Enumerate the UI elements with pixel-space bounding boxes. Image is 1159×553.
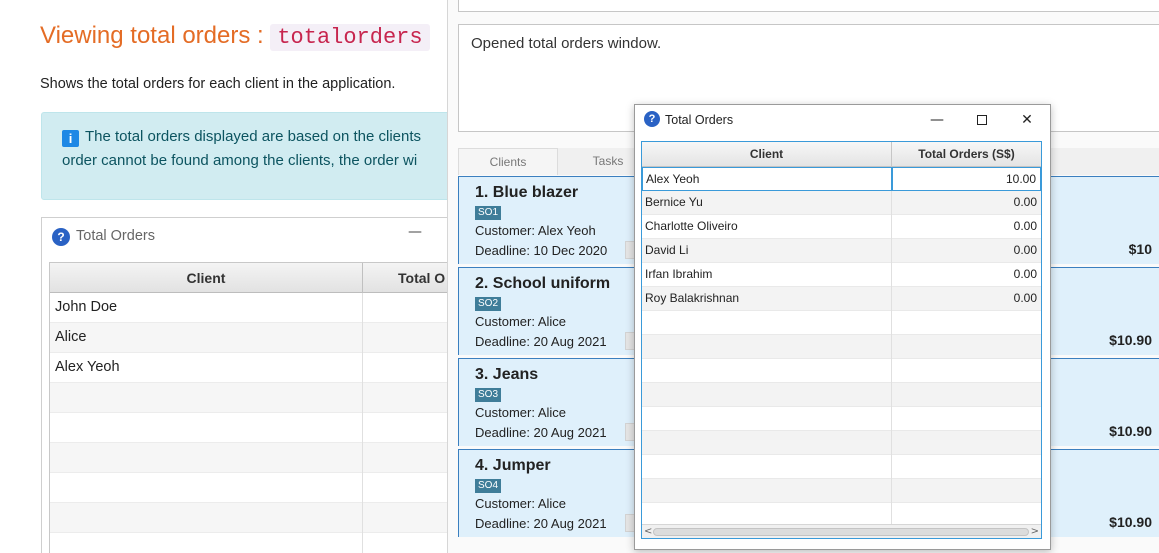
scroll-right-icon[interactable]: >: [1031, 525, 1039, 538]
total-cell: 0.00: [1013, 291, 1037, 305]
example-table: Client Total O John Doe Alice Alex Yeoh: [49, 262, 447, 553]
total-orders-window: ? Total Orders — ✕ Client Total Orders (…: [634, 104, 1051, 550]
table-row[interactable]: Irfan Ibrahim 0.00: [642, 263, 1041, 287]
total-cell: 0.00: [1013, 267, 1037, 281]
command-code: totalorders: [270, 24, 430, 51]
maximize-icon: [977, 115, 987, 125]
client-cell: Alex Yeoh: [50, 353, 363, 383]
section-description: Shows the total orders for each client i…: [40, 76, 396, 92]
tab-clients[interactable]: Clients: [458, 148, 558, 175]
total-cell: 0.00: [1013, 243, 1037, 257]
column-header-client: Client: [50, 263, 363, 293]
table-row: [642, 311, 1041, 335]
order-price: $10.90: [1109, 514, 1152, 530]
total-cell: 10.00: [892, 167, 1041, 191]
info-text-line-1: The total orders displayed are based on …: [85, 128, 422, 145]
table-header: Client Total Orders (S$): [642, 142, 1041, 167]
client-cell: Irfan Ibrahim: [642, 263, 892, 287]
table-row[interactable]: Alex Yeoh 10.00: [642, 167, 1041, 191]
order-customer: Customer: Alice: [475, 314, 567, 329]
order-title: 2. School uniform: [475, 275, 611, 292]
order-deadline: Deadline: 20 Aug 2021: [475, 516, 607, 531]
table-row: [642, 359, 1041, 383]
client-cell: Alice: [50, 323, 363, 353]
table-row: Alice: [50, 323, 447, 353]
table-row: [642, 455, 1041, 479]
total-cell: 0.00: [1013, 219, 1037, 233]
maximize-button[interactable]: [962, 108, 1002, 132]
example-window-titlebar: ? Total Orders —: [42, 218, 447, 256]
help-icon: ?: [644, 111, 660, 127]
order-tag: SO4: [475, 479, 502, 493]
minimize-icon: —: [408, 224, 422, 240]
table-row[interactable]: Charlotte Oliveiro 0.00: [642, 215, 1041, 239]
table-row: [50, 503, 447, 533]
table-row[interactable]: David Li 0.00: [642, 239, 1041, 263]
table-row[interactable]: Roy Balakrishnan 0.00: [642, 287, 1041, 311]
order-tag: SO1: [475, 206, 502, 220]
help-icon: ?: [52, 228, 70, 246]
order-tag: SO2: [475, 297, 502, 311]
table-row[interactable]: Bernice Yu 0.00: [642, 191, 1041, 215]
example-window-title: Total Orders: [76, 228, 155, 244]
scrollbar-thumb[interactable]: [653, 528, 1029, 536]
table-row: [642, 383, 1041, 407]
table-row: [50, 443, 447, 473]
total-cell: 0.00: [1013, 195, 1037, 209]
client-cell: Alex Yeoh: [642, 167, 892, 191]
order-title: 3. Jeans: [475, 366, 539, 383]
table-row: Alex Yeoh: [50, 353, 447, 383]
order-customer: Customer: Alice: [475, 496, 567, 511]
client-cell: David Li: [642, 239, 892, 263]
user-guide-page: Viewing total orders : totalorders Shows…: [0, 0, 447, 553]
table-row: John Doe: [50, 293, 447, 323]
heading-text: Viewing total orders :: [40, 22, 271, 49]
column-header-total-orders[interactable]: Total Orders (S$): [892, 142, 1041, 167]
order-tag: SO3: [475, 388, 502, 402]
section-heading: Viewing total orders : totalorders: [40, 22, 430, 51]
client-cell: John Doe: [50, 293, 363, 323]
order-price: $10.90: [1109, 332, 1152, 348]
table-row: [50, 383, 447, 413]
total-orders-table[interactable]: Client Total Orders (S$) Alex Yeoh 10.00…: [641, 141, 1042, 539]
table-row: [642, 431, 1041, 455]
order-customer: Customer: Alice: [475, 405, 567, 420]
table-row: [50, 473, 447, 503]
example-screenshot-window: ? Total Orders — Client Total O John Doe…: [41, 217, 447, 553]
order-title: 4. Jumper: [475, 457, 551, 474]
info-icon: i: [62, 130, 79, 147]
minimize-button[interactable]: —: [917, 108, 957, 132]
info-callout: i The total orders displayed are based on…: [41, 112, 447, 200]
scroll-left-icon[interactable]: <: [644, 525, 652, 538]
client-cell: Bernice Yu: [642, 191, 892, 215]
command-input[interactable]: [458, 0, 1159, 12]
close-button[interactable]: ✕: [1007, 108, 1047, 132]
table-row: [642, 479, 1041, 503]
window-titlebar[interactable]: ? Total Orders — ✕: [635, 105, 1050, 135]
order-deadline: Deadline: 20 Aug 2021: [475, 425, 607, 440]
table-row: [642, 407, 1041, 431]
table-row: [50, 533, 447, 553]
column-header-total: Total O: [398, 270, 446, 286]
order-deadline: Deadline: 20 Aug 2021: [475, 334, 607, 349]
horizontal-scrollbar[interactable]: < >: [642, 524, 1041, 538]
order-price: $10: [1128, 241, 1152, 257]
order-deadline: Deadline: 10 Dec 2020: [475, 243, 608, 258]
client-cell: Roy Balakrishnan: [642, 287, 892, 311]
table-row: [642, 335, 1041, 359]
column-header-client[interactable]: Client: [642, 142, 892, 167]
client-cell: Charlotte Oliveiro: [642, 215, 892, 239]
window-title: Total Orders: [665, 113, 734, 127]
order-customer: Customer: Alex Yeoh: [475, 223, 596, 238]
result-message: Opened total orders window.: [471, 35, 662, 52]
info-text-line-2: order cannot be found among the clients,…: [62, 152, 418, 169]
order-price: $10.90: [1109, 423, 1152, 439]
example-table-header: Client Total O: [50, 263, 447, 293]
table-row: [50, 413, 447, 443]
order-title: 1. Blue blazer: [475, 184, 579, 201]
